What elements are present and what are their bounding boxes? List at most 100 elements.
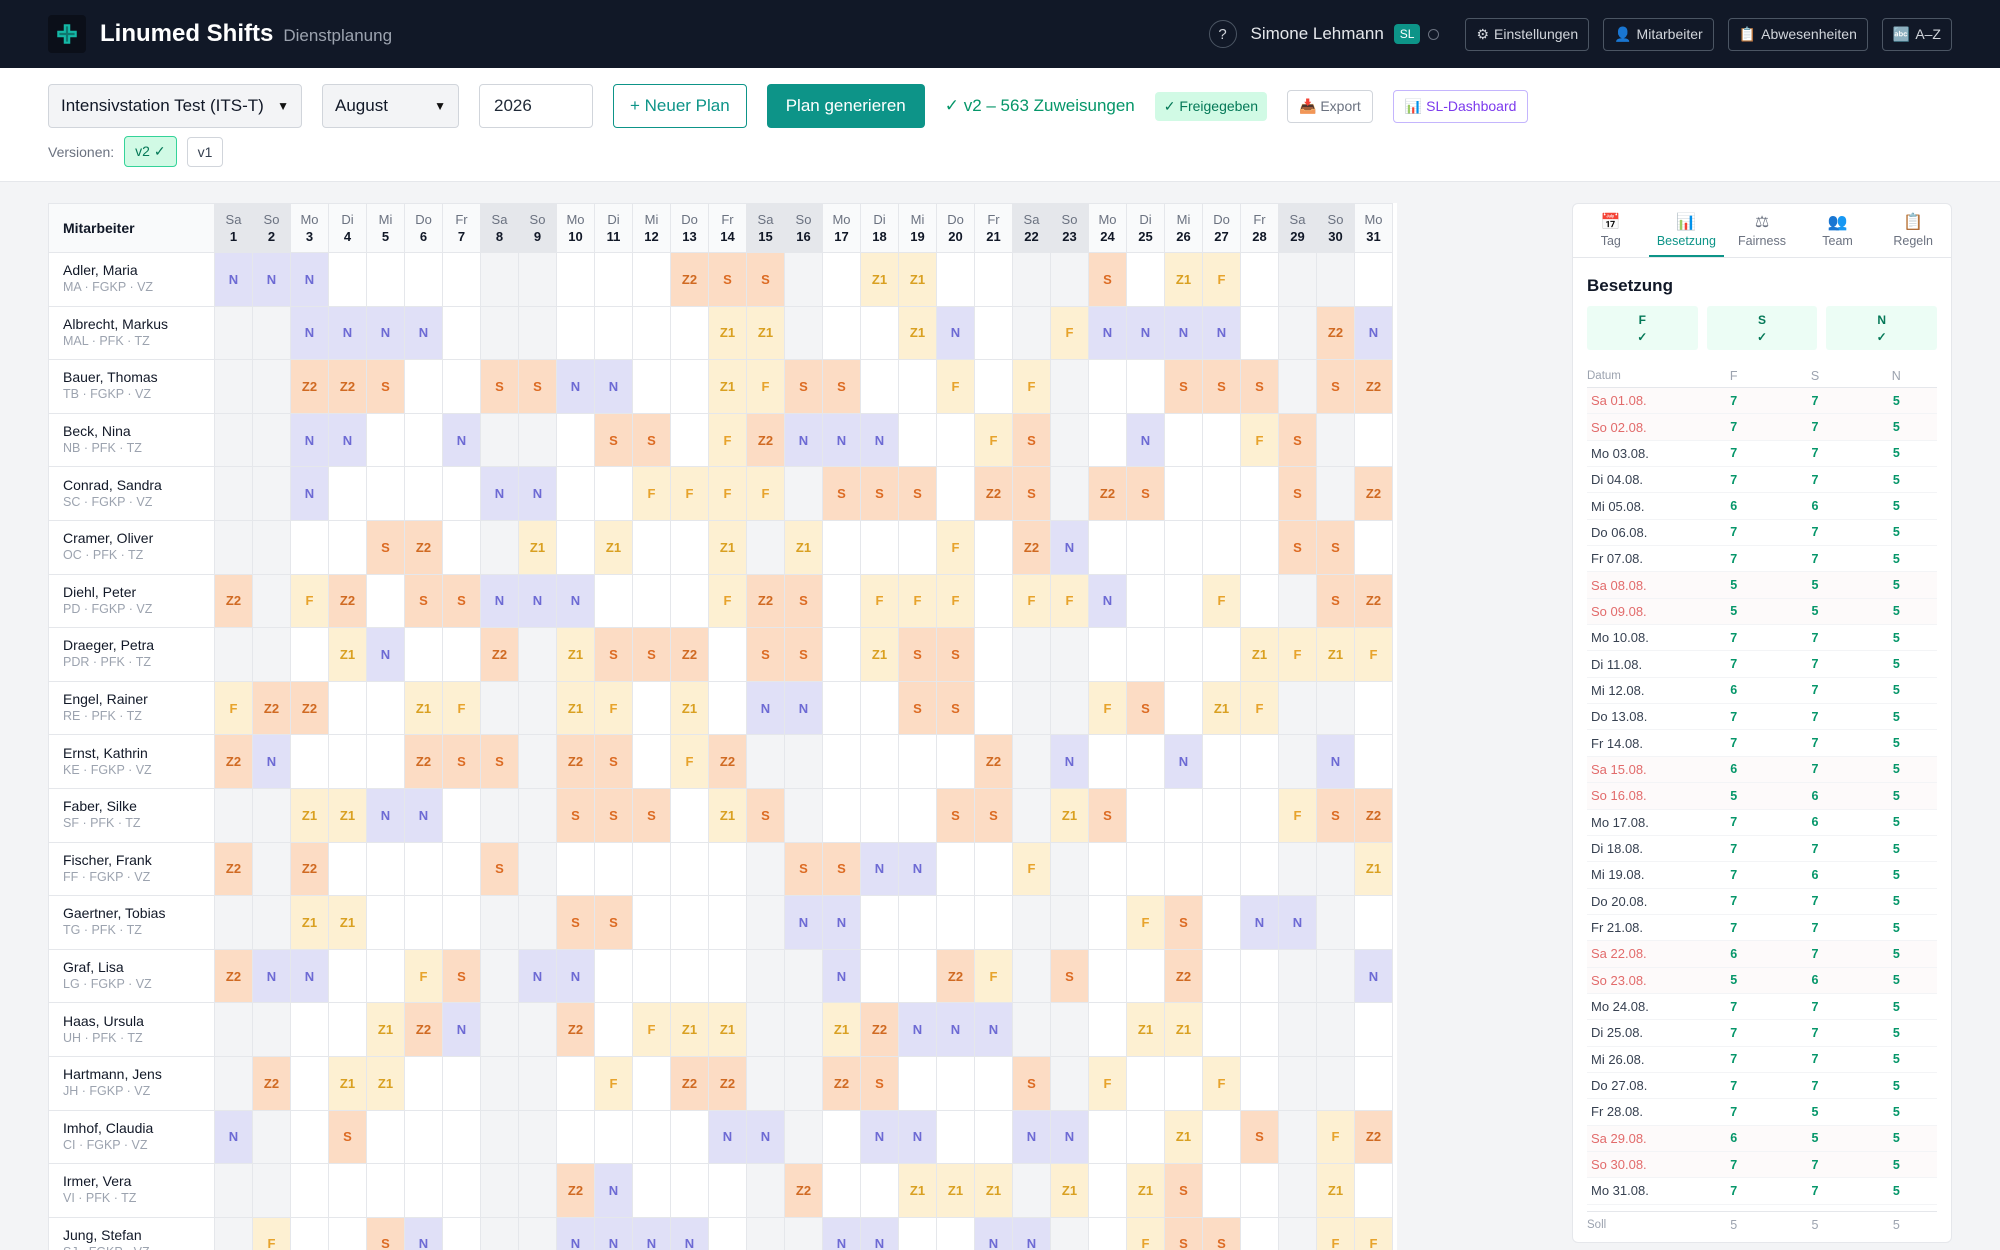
- shift-cell-z1[interactable]: Z1: [1050, 787, 1089, 843]
- shift-cell-empty[interactable]: [442, 519, 481, 575]
- shift-cell-n[interactable]: N: [328, 305, 367, 361]
- shift-cell-empty[interactable]: [214, 466, 253, 521]
- shift-cell-empty[interactable]: [1164, 1055, 1203, 1111]
- shift-cell-empty[interactable]: [366, 466, 405, 521]
- employee-cell[interactable]: Draeger, Petra PDR · PFK · TZ: [48, 627, 215, 682]
- shift-cell-n[interactable]: N: [822, 895, 861, 950]
- shift-cell-z2[interactable]: Z2: [974, 734, 1013, 789]
- shift-cell-f[interactable]: F: [708, 573, 747, 629]
- shift-cell-n[interactable]: N: [442, 412, 481, 468]
- coverage-row[interactable]: Mo 17.08. 7 6 5: [1587, 810, 1937, 836]
- shift-cell-empty[interactable]: [1202, 466, 1241, 521]
- coverage-row[interactable]: Di 11.08. 7 7 5: [1587, 651, 1937, 678]
- shift-cell-empty[interactable]: [556, 305, 595, 361]
- shift-cell-empty[interactable]: [1126, 252, 1165, 307]
- shift-cell-f[interactable]: F: [1050, 305, 1089, 361]
- shift-cell-empty[interactable]: [404, 895, 443, 950]
- shift-cell-s[interactable]: S: [1202, 1216, 1241, 1250]
- shift-cell-n[interactable]: N: [442, 1002, 481, 1057]
- shift-cell-empty[interactable]: [670, 1109, 709, 1165]
- shift-cell-empty[interactable]: [784, 787, 823, 843]
- shift-cell-empty[interactable]: [556, 519, 595, 575]
- shift-cell-empty[interactable]: [442, 787, 481, 843]
- version-chip-v1[interactable]: v1: [186, 136, 224, 167]
- shift-cell-empty[interactable]: [822, 573, 861, 629]
- shift-cell-s[interactable]: S: [746, 252, 785, 307]
- shift-cell-empty[interactable]: [290, 627, 329, 682]
- shift-cell-empty[interactable]: [822, 519, 861, 575]
- employee-cell[interactable]: Albrecht, Markus MAL · PFK · TZ: [48, 305, 215, 361]
- shift-cell-empty[interactable]: [784, 734, 823, 789]
- shift-cell-z1[interactable]: Z1: [328, 627, 367, 682]
- shift-cell-empty[interactable]: [670, 573, 709, 629]
- shift-cell-empty[interactable]: [670, 841, 709, 897]
- shift-cell-empty[interactable]: [1278, 1055, 1317, 1111]
- employee-cell[interactable]: Bauer, Thomas TB · FGKP · VZ: [48, 359, 215, 414]
- shift-cell-empty[interactable]: [1012, 787, 1051, 843]
- shift-cell-empty[interactable]: [214, 1216, 253, 1250]
- shift-cell-empty[interactable]: [632, 680, 671, 736]
- shift-cell-z2[interactable]: Z2: [328, 573, 367, 629]
- shift-cell-empty[interactable]: [936, 1109, 975, 1165]
- shift-cell-empty[interactable]: [936, 841, 975, 897]
- shift-cell-z2[interactable]: Z2: [1316, 305, 1355, 361]
- shift-cell-z1[interactable]: Z1: [556, 680, 595, 736]
- coverage-row[interactable]: Di 25.08. 7 7 5: [1587, 1020, 1937, 1047]
- shift-cell-f[interactable]: F: [1012, 573, 1051, 629]
- shift-cell-empty[interactable]: [328, 519, 367, 575]
- shift-cell-empty[interactable]: [1240, 466, 1279, 521]
- shift-cell-empty[interactable]: [328, 466, 367, 521]
- shift-cell-empty[interactable]: [1088, 1163, 1127, 1218]
- shift-cell-s[interactable]: S: [594, 895, 633, 950]
- shift-cell-empty[interactable]: [898, 734, 937, 789]
- shift-cell-empty[interactable]: [1278, 305, 1317, 361]
- shift-cell-s[interactable]: S: [1164, 1216, 1203, 1250]
- shift-cell-empty[interactable]: [252, 305, 291, 361]
- shift-cell-empty[interactable]: [442, 305, 481, 361]
- shift-cell-empty[interactable]: [1050, 359, 1089, 414]
- coverage-row[interactable]: Di 04.08. 7 7 5: [1587, 467, 1937, 494]
- shift-cell-s[interactable]: S: [974, 787, 1013, 843]
- shift-cell-empty[interactable]: [1126, 359, 1165, 414]
- shift-cell-empty[interactable]: [1126, 1055, 1165, 1111]
- coverage-row[interactable]: Fr 07.08. 7 7 5: [1587, 546, 1937, 573]
- shift-cell-s[interactable]: S: [708, 252, 747, 307]
- shift-cell-z2[interactable]: Z2: [1354, 359, 1393, 414]
- shift-cell-f[interactable]: F: [1012, 841, 1051, 897]
- shift-cell-n[interactable]: N: [632, 1216, 671, 1250]
- shift-cell-f[interactable]: F: [898, 573, 937, 629]
- shift-cell-empty[interactable]: [1164, 841, 1203, 897]
- shift-cell-empty[interactable]: [252, 1002, 291, 1057]
- shift-cell-z1[interactable]: Z1: [822, 1002, 861, 1057]
- shift-cell-empty[interactable]: [822, 1109, 861, 1165]
- shift-cell-s[interactable]: S: [518, 359, 557, 414]
- shift-cell-s[interactable]: S: [936, 680, 975, 736]
- shift-cell-s[interactable]: S: [746, 787, 785, 843]
- shift-cell-s[interactable]: S: [1202, 359, 1241, 414]
- shift-cell-f[interactable]: F: [936, 519, 975, 575]
- tab-besetzung[interactable]: 📊 Besetzung: [1648, 204, 1725, 257]
- employee-cell[interactable]: Irmer, Vera VI · PFK · TZ: [48, 1163, 215, 1218]
- shift-cell-empty[interactable]: [290, 734, 329, 789]
- coverage-row[interactable]: Do 13.08. 7 7 5: [1587, 704, 1937, 731]
- shift-cell-empty[interactable]: [708, 1216, 747, 1250]
- shift-cell-n[interactable]: N: [1126, 305, 1165, 361]
- shift-cell-z1[interactable]: Z1: [1164, 252, 1203, 307]
- coverage-row[interactable]: So 02.08. 7 7 5: [1587, 414, 1937, 441]
- coverage-row[interactable]: Sa 01.08. 7 7 5: [1587, 388, 1937, 415]
- shift-cell-empty[interactable]: [1278, 734, 1317, 789]
- tab-team[interactable]: 👥 Team: [1800, 204, 1876, 257]
- shift-cell-empty[interactable]: [974, 1055, 1013, 1111]
- shift-cell-empty[interactable]: [1050, 1002, 1089, 1057]
- shift-cell-empty[interactable]: [366, 841, 405, 897]
- shift-cell-z1[interactable]: Z1: [708, 787, 747, 843]
- shift-cell-empty[interactable]: [366, 252, 405, 307]
- shift-cell-n[interactable]: N: [1050, 519, 1089, 575]
- shift-cell-z1[interactable]: Z1: [1126, 1163, 1165, 1218]
- shift-cell-empty[interactable]: [252, 787, 291, 843]
- shift-cell-z1[interactable]: Z1: [1126, 1002, 1165, 1057]
- shift-cell-empty[interactable]: [442, 466, 481, 521]
- shift-cell-s[interactable]: S: [404, 573, 443, 629]
- shift-cell-n[interactable]: N: [860, 1109, 899, 1165]
- shift-cell-s[interactable]: S: [1278, 519, 1317, 575]
